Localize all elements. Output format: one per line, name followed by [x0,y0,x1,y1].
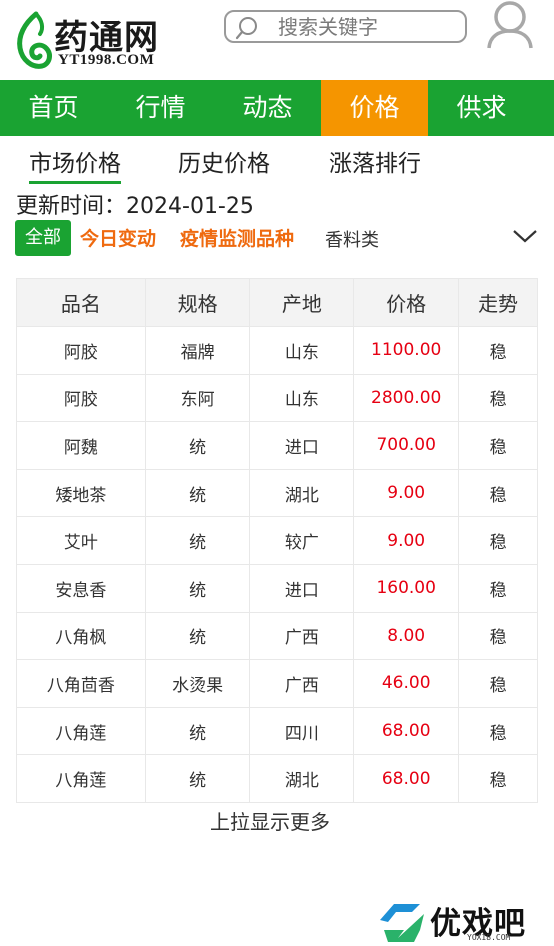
cell-origin: 山东 [249,373,355,423]
table-row[interactable]: 矮地茶 统 湖北 9.00 稳 [16,468,538,518]
search-input[interactable] [278,14,458,40]
main-nav: 首页 行情 动态 价格 供求 [0,80,554,136]
cell-price: 2800.00 [353,373,460,423]
cell-origin: 进口 [249,421,355,470]
cell-name: 艾叶 [16,516,146,565]
cell-name: 矮地茶 [16,468,146,518]
cell-name: 八角莲 [16,706,146,756]
cell-price: 700.00 [353,421,460,470]
col-origin-header: 产地 [249,278,355,327]
watermark-logo-icon [380,904,424,942]
cell-origin: 广西 [249,611,355,661]
table-row[interactable]: 阿魏 统 进口 700.00 稳 [16,421,538,470]
cell-name: 阿魏 [16,421,146,470]
cell-origin: 较广 [249,516,355,565]
cell-trend: 稳 [458,468,538,518]
price-table: 品名 规格 产地 价格 走势 阿胶 福牌 山东 1100.00 稳 阿胶 东阿 … [16,278,538,803]
search-box[interactable] [224,10,467,43]
nav-price[interactable]: 价格 [321,80,428,136]
cell-spec: 东阿 [144,373,251,423]
user-icon[interactable] [486,0,534,50]
price-subtabs: 市场价格 历史价格 涨落排行 [0,136,554,186]
cell-trend: 稳 [458,706,538,756]
cell-name: 八角茴香 [16,659,146,708]
filter-spice[interactable]: 香料类 [325,226,379,252]
col-spec-header: 规格 [144,278,251,327]
tab-history-price[interactable]: 历史价格 [178,144,270,184]
cell-origin: 四川 [249,706,355,756]
cell-price: 68.00 [353,754,460,803]
update-time: 更新时间：2024-01-25 [16,188,254,220]
logo-domain: YT1998.COM [58,52,155,68]
search-icon [235,17,257,40]
cell-price: 9.00 [353,468,460,518]
cell-name: 八角莲 [16,754,146,803]
filter-epidemic[interactable]: 疫情监测品种 [180,224,294,251]
table-row[interactable]: 八角枫 统 广西 8.00 稳 [16,611,538,661]
cell-spec: 水烫果 [144,659,251,708]
col-price-header: 价格 [353,278,460,327]
cell-spec: 统 [144,516,251,565]
cell-trend: 稳 [458,754,538,803]
nav-news[interactable]: 动态 [214,80,321,136]
filter-all-button[interactable]: 全部 [15,220,71,256]
cell-trend: 稳 [458,611,538,661]
header: 药通网 YT1998.COM [0,0,554,80]
tab-market-price[interactable]: 市场价格 [29,144,121,184]
cell-spec: 统 [144,754,251,803]
update-label: 更新时间： [16,194,127,219]
tab-rise-fall-rank[interactable]: 涨落排行 [329,144,421,184]
chevron-down-icon[interactable] [512,226,538,246]
cell-price: 68.00 [353,706,460,756]
update-date: 2024-01-25 [126,194,254,219]
cell-name: 安息香 [16,563,146,613]
filter-today-change[interactable]: 今日变动 [80,224,156,251]
table-row[interactable]: 阿胶 东阿 山东 2800.00 稳 [16,373,538,423]
table-header-row: 品名 规格 产地 价格 走势 [16,278,538,327]
nav-supply[interactable]: 供求 [428,80,535,136]
table-row[interactable]: 艾叶 统 较广 9.00 稳 [16,516,538,565]
table-row[interactable]: 阿胶 福牌 山东 1100.00 稳 [16,326,538,375]
cell-price: 160.00 [353,563,460,613]
cell-trend: 稳 [458,659,538,708]
cell-price: 9.00 [353,516,460,565]
cell-trend: 稳 [458,421,538,470]
watermark-sub: YOXI8.COM [467,933,511,942]
cell-trend: 稳 [458,373,538,423]
cell-origin: 湖北 [249,754,355,803]
cell-price: 1100.00 [353,326,460,375]
table-row[interactable]: 八角莲 统 湖北 68.00 稳 [16,754,538,803]
cell-spec: 统 [144,468,251,518]
cell-trend: 稳 [458,516,538,565]
cell-name: 阿胶 [16,326,146,375]
nav-market[interactable]: 行情 [107,80,214,136]
cell-origin: 广西 [249,659,355,708]
cell-spec: 福牌 [144,326,251,375]
cell-origin: 湖北 [249,468,355,518]
cell-spec: 统 [144,706,251,756]
nav-home[interactable]: 首页 [0,80,107,136]
cell-name: 阿胶 [16,373,146,423]
col-name-header: 品名 [16,278,146,327]
cell-origin: 进口 [249,563,355,613]
cell-trend: 稳 [458,326,538,375]
cell-spec: 统 [144,421,251,470]
site-logo[interactable]: 药通网 YT1998.COM [14,8,189,72]
leaf-logo-icon [17,11,52,69]
watermark: 优戏吧 YOXI8.COM [372,900,554,946]
table-row[interactable]: 八角茴香 水烫果 广西 46.00 稳 [16,659,538,708]
filter-bar: 全部 今日变动 疫情监测品种 香料类 [0,218,554,258]
cell-name: 八角枫 [16,611,146,661]
cell-spec: 统 [144,563,251,613]
cell-trend: 稳 [458,563,538,613]
cell-price: 46.00 [353,659,460,708]
table-row[interactable]: 八角莲 统 四川 68.00 稳 [16,706,538,756]
col-trend-header: 走势 [458,278,538,327]
table-row[interactable]: 安息香 统 进口 160.00 稳 [16,563,538,613]
load-more-hint[interactable]: 上拉显示更多 [0,806,540,835]
cell-origin: 山东 [249,326,355,375]
cell-spec: 统 [144,611,251,661]
cell-price: 8.00 [353,611,460,661]
